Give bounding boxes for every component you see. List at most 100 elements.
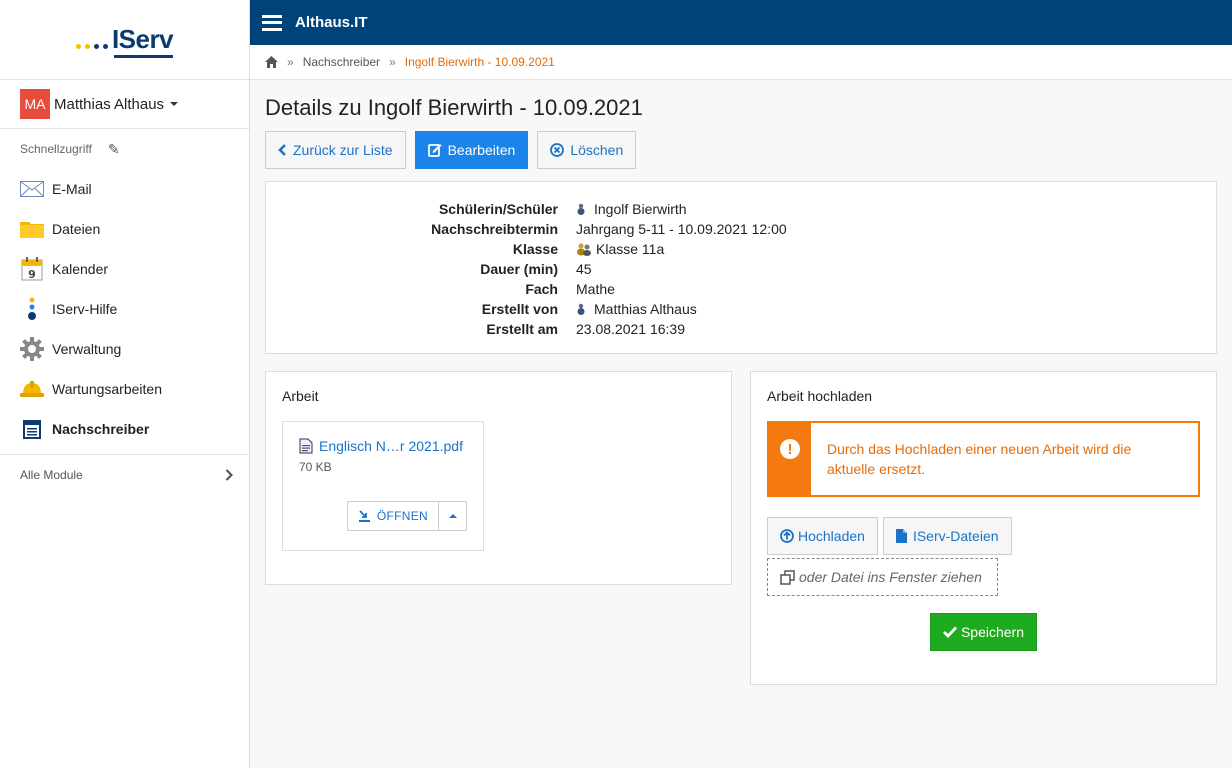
drop-zone[interactable]: oder Datei ins Fenster ziehen (767, 558, 998, 596)
detail-value: 23.08.2021 16:39 (576, 321, 685, 337)
sidebar-item-calendar[interactable]: 9 Kalender (0, 249, 249, 289)
edit-button[interactable]: Bearbeiten (414, 131, 529, 169)
caret-up-icon (448, 514, 457, 518)
breadcrumb-separator: » (287, 55, 294, 69)
upload-circle-icon (780, 529, 794, 543)
folder-icon (20, 217, 44, 241)
check-icon (942, 626, 957, 638)
chevron-right-icon (225, 469, 233, 481)
upload-panel-title: Arbeit hochladen (767, 388, 873, 404)
detail-label: Dauer (min) (480, 261, 558, 277)
page-title: Details zu Ingolf Bierwirth - 10.09.2021 (265, 95, 643, 120)
detail-row-class: Klasse Klasse 11a (266, 239, 1216, 259)
sidebar-item-label: E-Mail (52, 181, 92, 197)
detail-label: Erstellt von (481, 301, 558, 317)
detail-row-subject: Fach Mathe (266, 279, 1216, 299)
sidebar-item-label: Wartungsarbeiten (52, 381, 162, 397)
back-button[interactable]: Zurück zur Liste (265, 131, 406, 169)
breadcrumb: » Nachschreiber » Ingolf Bierwirth - 10.… (250, 45, 1232, 80)
open-file-icon (358, 509, 370, 522)
panels-row: Arbeit Englisch N…r 2021.pdf 70 KB ÖFFNE… (265, 371, 1217, 685)
detail-row-date: Nachschreibtermin Jahrgang 5-11 - 10.09.… (266, 219, 1216, 239)
sidebar-item-label: Nachschreiber (52, 421, 150, 437)
detail-label: Fach (525, 281, 558, 297)
alert-text: Durch das Hochladen einer neuen Arbeit w… (826, 441, 1132, 477)
upload-panel: Arbeit hochladen ! Durch das Hochladen e… (750, 371, 1217, 685)
breadcrumb-current: Ingolf Bierwirth - 10.09.2021 (404, 55, 555, 69)
detail-row-student: Schülerin/Schüler Ingolf Bierwirth (266, 199, 1216, 219)
hardhat-icon (20, 377, 44, 401)
all-modules-label: Alle Module (20, 468, 83, 482)
exclamation-icon: ! (779, 439, 800, 459)
back-button-label: Zurück zur Liste (293, 142, 393, 158)
mail-icon (20, 177, 44, 201)
chevron-down-icon (170, 102, 179, 106)
topbar: Althaus.IT (250, 0, 1232, 45)
logo-text: IServ (111, 24, 174, 58)
detail-row-duration: Dauer (min) 45 (266, 259, 1216, 279)
calendar-icon: 9 (20, 257, 44, 281)
chevron-left-icon (278, 144, 286, 156)
main-content: Details zu Ingolf Bierwirth - 10.09.2021… (265, 80, 1217, 685)
quick-access-header: Schnellzugriff ✎ (0, 129, 249, 169)
hamburger-icon[interactable] (262, 14, 282, 31)
copy-icon (780, 569, 795, 585)
detail-value[interactable]: Ingolf Bierwirth (576, 201, 687, 217)
action-buttons: Zurück zur Liste Bearbeiten Löschen (265, 131, 1217, 169)
alert-icon-area: ! (769, 423, 811, 495)
sidebar-item-label: IServ-Hilfe (52, 301, 118, 317)
sidebar-item-files[interactable]: Dateien (0, 209, 249, 249)
svg-text:9: 9 (28, 268, 36, 281)
close-circle-icon (550, 143, 565, 157)
delete-button[interactable]: Löschen (537, 131, 637, 169)
open-button[interactable]: ÖFFNEN (346, 501, 439, 531)
topbar-title: Althaus.IT (295, 14, 368, 31)
breadcrumb-parent[interactable]: Nachschreiber (303, 55, 380, 69)
pencil-icon[interactable]: ✎ (108, 141, 120, 158)
list-icon (20, 417, 44, 441)
detail-row-created-by: Erstellt von Matthias Althaus (266, 299, 1216, 319)
edit-icon (427, 144, 442, 157)
arbeit-panel-title: Arbeit (282, 388, 319, 404)
all-modules-link[interactable]: Alle Module (0, 455, 249, 495)
open-button-group: ÖFFNEN (346, 501, 467, 531)
sidebar-item-label: Verwaltung (52, 341, 122, 357)
upload-button[interactable]: Hochladen (767, 517, 878, 555)
file-size: 70 KB (299, 460, 332, 474)
gear-icon (20, 337, 44, 361)
save-button[interactable]: Speichern (929, 613, 1038, 651)
detail-row-created-at: Erstellt am 23.08.2021 16:39 (266, 319, 1216, 339)
detail-label: Klasse (512, 241, 558, 257)
open-dropdown-toggle[interactable] (439, 501, 467, 531)
warning-alert: ! Durch das Hochladen einer neuen Arbeit… (767, 421, 1200, 497)
details-panel: Schülerin/Schüler Ingolf Bierwirth Nachs… (265, 181, 1217, 354)
user-icon (577, 303, 585, 315)
iserv-files-button[interactable]: IServ-Dateien (882, 517, 1012, 555)
help-icon (20, 297, 44, 321)
detail-value[interactable]: Klasse 11a (576, 241, 664, 257)
sidebar-item-email[interactable]: E-Mail (0, 169, 249, 209)
sidebar-item-help[interactable]: IServ-Hilfe (0, 289, 249, 329)
detail-label: Nachschreibtermin (431, 221, 558, 237)
home-icon[interactable] (265, 56, 278, 68)
sidebar-item-maintenance[interactable]: Wartungsarbeiten (0, 369, 249, 409)
upload-buttons: Hochladen IServ-Dateien (767, 517, 1200, 555)
save-row: Speichern (767, 613, 1200, 651)
sidebar-item-nachschreiber[interactable]: Nachschreiber (0, 409, 249, 449)
detail-value: 45 (576, 261, 592, 277)
logo[interactable]: IServ (0, 0, 249, 80)
user-menu[interactable]: MA Matthias Althaus (0, 80, 249, 129)
sidebar-item-admin[interactable]: Verwaltung (0, 329, 249, 369)
user-icon (577, 203, 585, 215)
delete-button-label: Löschen (570, 142, 624, 158)
group-icon (577, 243, 591, 256)
file-icon (895, 529, 907, 543)
detail-value[interactable]: Matthias Althaus (576, 301, 697, 317)
detail-label: Erstellt am (486, 321, 558, 337)
file-card: Englisch N…r 2021.pdf 70 KB ÖFFNEN (282, 421, 484, 551)
file-link[interactable]: Englisch N…r 2021.pdf (299, 438, 467, 454)
sidebar-item-label: Dateien (52, 221, 101, 237)
pdf-file-icon (299, 438, 313, 454)
detail-label: Schülerin/Schüler (438, 201, 558, 217)
logo-dots (75, 44, 108, 49)
